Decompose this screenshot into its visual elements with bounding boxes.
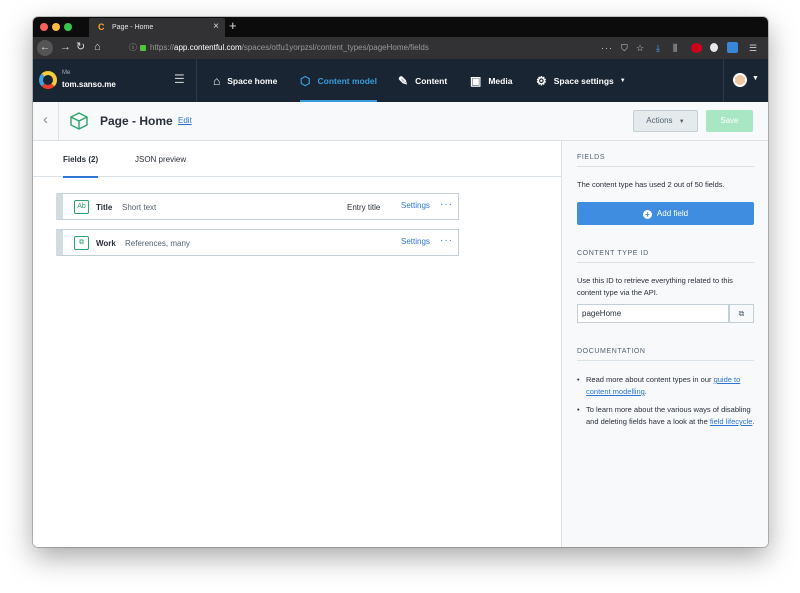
close-window-button[interactable]	[40, 23, 48, 31]
field-row[interactable]: ⧉ Work References, many Settings ···	[56, 229, 459, 256]
content-type-icon	[70, 112, 88, 130]
tab-title: Page - Home	[112, 24, 154, 31]
browser-tab[interactable]: C Page - Home ×	[89, 18, 225, 37]
documentation-list: Read more about content types in our gui…	[577, 374, 757, 434]
home-icon[interactable]: ⌂	[94, 40, 101, 54]
url-host: app.contentful.com	[174, 43, 242, 52]
sidebar: FIELDS The content type has used 2 out o…	[561, 141, 768, 547]
contentful-logo-icon	[39, 71, 57, 89]
list-item: To learn more about the various ways of …	[577, 404, 757, 428]
more-options-icon[interactable]: ···	[440, 235, 453, 246]
back-arrow-icon[interactable]: ←	[37, 40, 53, 56]
cube-icon: ⬡	[300, 73, 311, 88]
actions-button[interactable]: Actions ▼	[633, 110, 698, 132]
url-bar[interactable]: ⓘ https://app.contentful.com/spaces/otfu1…	[129, 40, 559, 56]
org-label: Me	[62, 70, 71, 76]
menu-icon[interactable]: ☰	[749, 42, 757, 54]
nav-media-label: Media	[488, 75, 513, 86]
library-icon[interactable]: ⫼	[673, 42, 677, 54]
pocket-icon[interactable]: ⛉	[621, 42, 628, 54]
tab-fields[interactable]: Fields (2)	[63, 155, 99, 178]
gear-icon: ⚙	[536, 73, 547, 88]
copy-icon[interactable]: ⧉	[729, 304, 754, 323]
reference-icon: ⧉	[74, 236, 89, 250]
adblock-icon[interactable]	[691, 43, 702, 53]
doc-text: Read more about content types in our	[586, 375, 714, 384]
header-divider	[723, 59, 724, 102]
nav-content-model-label: Content model	[317, 75, 377, 86]
minimize-window-button[interactable]	[52, 23, 60, 31]
nav-space-settings-label: Space settings	[553, 75, 614, 86]
nav-content-label: Content	[415, 75, 448, 86]
doc-text: .	[644, 387, 647, 396]
browser-tab-bar: C Page - Home × +	[33, 17, 768, 37]
more-actions-icon[interactable]: ···	[601, 42, 613, 54]
chevron-down-icon: ▼	[678, 119, 685, 125]
doc-text: .	[752, 417, 755, 426]
reload-icon[interactable]: ↻	[76, 40, 85, 54]
tab-bar: Fields (2) JSON preview	[33, 141, 561, 178]
actions-label: Actions	[646, 116, 673, 125]
edit-link[interactable]: Edit	[178, 116, 192, 125]
add-field-label: Add field	[656, 209, 689, 218]
url-path: /spaces/otfu1yorpzsl/content_types/pageH…	[241, 43, 429, 52]
fields-heading: FIELDS	[577, 154, 754, 167]
forward-arrow-icon[interactable]: →	[60, 40, 71, 54]
field-type: Short text	[122, 203, 157, 212]
browser-nav-bar: ← → ↻ ⌂ ⓘ https://app.contentful.com/spac…	[33, 37, 768, 59]
field-settings-link[interactable]: Settings	[401, 237, 430, 246]
download-icon[interactable]: ⤓	[656, 42, 660, 54]
maximize-window-button[interactable]	[64, 23, 72, 31]
app-header: Me tom.sanso.me ☰ ⌂ Space home ⬡ Content…	[33, 59, 768, 102]
contentful-favicon-icon: C	[98, 22, 105, 32]
entry-title-badge: Entry title	[347, 203, 381, 212]
plus-circle-icon: +	[642, 210, 652, 219]
nav-space-home[interactable]: ⌂ Space home	[213, 59, 277, 102]
info-icon: ⓘ	[129, 43, 137, 52]
workbench-header: ‹ Page - Home Edit Actions ▼ Save	[33, 102, 768, 141]
new-tab-button[interactable]: +	[229, 19, 237, 33]
translate-icon[interactable]	[727, 42, 738, 53]
back-button[interactable]: ‹	[33, 102, 59, 140]
nav-space-settings[interactable]: ⚙ Space settings ▼	[536, 59, 626, 102]
nav-content[interactable]: ✎ Content	[398, 59, 447, 102]
main-content: Fields (2) JSON preview Ab Title Short t…	[33, 141, 561, 547]
nav-media[interactable]: ▣ Media	[470, 59, 512, 102]
fields-usage-text: The content type has used 2 out of 50 fi…	[577, 180, 725, 189]
field-row[interactable]: Ab Title Short text Entry title Settings…	[56, 193, 459, 220]
field-type: References, many	[125, 239, 190, 248]
caret-down-icon: ▼	[619, 77, 626, 84]
field-name: Work	[96, 239, 116, 248]
content-type-id-heading: CONTENT TYPE ID	[577, 250, 754, 263]
content-type-id-text: Use this ID to retrieve everything relat…	[577, 276, 733, 297]
space-name[interactable]: tom.sanso.me	[62, 80, 116, 89]
header-divider	[196, 59, 197, 102]
short-text-icon: Ab	[74, 200, 89, 214]
save-button[interactable]: Save	[706, 110, 753, 132]
content-type-id-field[interactable]: pageHome	[577, 304, 729, 323]
hamburger-menu-icon[interactable]: ☰	[174, 72, 185, 86]
nav-space-home-label: Space home	[227, 75, 278, 86]
list-item: Read more about content types in our gui…	[577, 374, 757, 398]
field-name: Title	[96, 203, 113, 212]
caret-down-icon[interactable]: ▼	[752, 75, 759, 82]
extension-icon[interactable]	[710, 43, 718, 52]
pencil-icon: ✎	[398, 73, 409, 88]
documentation-heading: DOCUMENTATION	[577, 348, 754, 361]
tab-json-preview[interactable]: JSON preview	[135, 155, 186, 164]
bookmark-star-icon[interactable]: ☆	[636, 42, 644, 54]
user-avatar[interactable]	[733, 73, 747, 87]
field-lifecycle-link[interactable]: field lifecycle	[710, 417, 753, 426]
field-settings-link[interactable]: Settings	[401, 201, 430, 210]
lock-icon	[140, 44, 146, 51]
page-title: Page - Home	[100, 114, 173, 128]
close-tab-icon[interactable]: ×	[213, 22, 219, 32]
nav-content-model[interactable]: ⬡ Content model	[300, 59, 377, 102]
image-icon: ▣	[470, 73, 482, 88]
more-options-icon[interactable]: ···	[440, 199, 453, 210]
add-field-button[interactable]: + Add field	[577, 202, 754, 225]
house-icon: ⌂	[213, 73, 221, 88]
browser-window: C Page - Home × + ← → ↻ ⌂ ⓘ https://app.c…	[33, 17, 768, 547]
url-prefix: https://	[150, 43, 175, 52]
